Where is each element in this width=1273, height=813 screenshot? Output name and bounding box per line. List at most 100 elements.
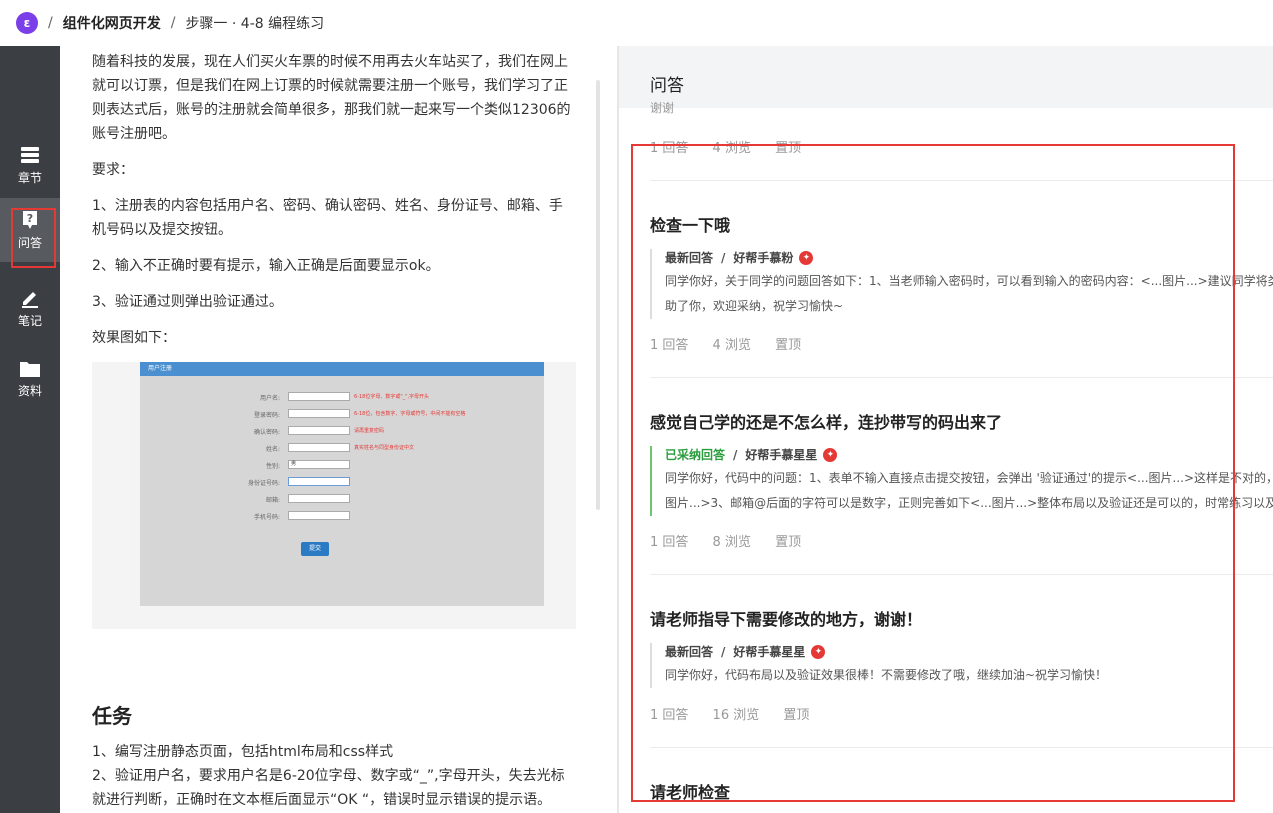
mock-input [288, 477, 350, 486]
mock-submit-button: 提交 [301, 542, 329, 556]
reply-body: 同学你好，代码中的问题：1、表单不输入直接点击提交按钮，会弹出 '验证通过'的提… [665, 471, 1273, 485]
mock-form-title: 用户注册 [140, 362, 544, 376]
mock-hint: 真实姓名与同型身份证中文 [354, 445, 415, 451]
reply-author[interactable]: 好帮手慕星星 [745, 446, 817, 464]
qa-header: 问答 谢谢 [619, 46, 1273, 115]
highlight-box [11, 208, 56, 268]
fire-icon: ✦ [799, 251, 814, 265]
fire-icon: ✦ [823, 448, 838, 462]
reply-author[interactable]: 好帮手慕星星 [733, 643, 805, 661]
reply-status: 最新回答 [665, 645, 714, 659]
intro-text: 随着科技的发展，现在人们买火车票的时候不用再去火车站买了，我们在网上就可以订票，… [92, 54, 571, 142]
mock-input [288, 409, 350, 418]
answer-count[interactable]: 1 回答 [650, 338, 688, 353]
reply-status: 最新回答 [665, 251, 714, 265]
pin-button[interactable]: 置顶 [775, 535, 801, 550]
reply-body: 同学你好，代码布局以及验证效果很棒！不需要修改了哦，继续加油~祝学习愉快！ [665, 668, 1108, 682]
question-title[interactable]: 感觉自己学的还是不怎么样，连抄带写的码出来了 [650, 409, 1002, 433]
reply-author[interactable]: 好帮手慕粉 [733, 249, 793, 267]
latest-reply[interactable]: 最新回答 / 好帮手慕星星 ✦ 同学你好，代码布局以及验证效果很棒！不需要修改了… [650, 643, 1273, 688]
mock-input [288, 392, 350, 401]
question-title[interactable]: 检查一下哦 [650, 212, 730, 236]
mock-form: 用户注册 用户名: 6-18位字母、数字或"_",字母开头 登录密码: 6-18… [140, 362, 544, 606]
effect-image: 用户注册 用户名: 6-18位字母、数字或"_",字母开头 登录密码: 6-18… [92, 362, 576, 629]
question-title[interactable]: 请老师指导下需要修改的地方，谢谢！ [650, 606, 922, 630]
sidebar-item-label: 笔记 [17, 313, 42, 328]
answer-count[interactable]: 1 回答 [650, 708, 688, 723]
mock-input [288, 426, 350, 435]
pin-button[interactable]: 置顶 [783, 708, 809, 723]
reply-body: 同学你好，关于同学的问题回答如下：1、当老师输入密码时，可以看到输入的密码内容：… [665, 274, 1273, 288]
mock-row: 性别: 男 [140, 460, 544, 470]
mock-row: 身份证号码: [140, 477, 544, 487]
breadcrumb-step: 步骤一 · 4-8 编程练习 [185, 16, 325, 32]
mock-label: 确认密码: [253, 429, 280, 436]
question-meta: 1 回答 16 浏览 置顶 [650, 704, 829, 723]
previous-question-fragment: 谢谢 [650, 101, 675, 115]
mock-label: 用户名: [259, 395, 280, 402]
mock-label: 身份证号码: [247, 480, 280, 487]
sidebar-item-materials[interactable]: 资料 [0, 347, 60, 411]
mock-row: 确认密码: 请再重复密码 [140, 426, 544, 436]
divider [650, 180, 1273, 181]
pin-button[interactable]: 置顶 [775, 141, 801, 156]
question-meta: 1 回答 4 浏览 置顶 [650, 334, 821, 353]
qa-title: 问答 [650, 76, 684, 96]
folder-icon [20, 361, 40, 377]
sidebar-item-label: 资料 [17, 383, 42, 398]
top-bar: ε / 组件化网页开发 / 步骤一 · 4-8 编程练习 [0, 0, 1273, 46]
latest-reply[interactable]: 最新回答 / 好帮手慕粉 ✦ 同学你好，关于同学的问题回答如下：1、当老师输入密… [650, 249, 1273, 319]
site-logo[interactable]: ε [16, 12, 38, 34]
task-title: 任务 [92, 704, 132, 728]
qa-panel: 问答 谢谢 1 回答 4 浏览 置顶 检查一下哦 最新回答 / 好帮手慕粉 ✦ … [619, 46, 1273, 813]
divider [650, 377, 1273, 378]
view-count: 4 浏览 [712, 338, 751, 353]
mock-label: 姓名: [265, 446, 280, 453]
mock-input [288, 511, 350, 520]
breadcrumb-separator: / [170, 15, 176, 31]
mock-label: 性别: [265, 463, 280, 470]
requirement-1: 1、注册表的内容包括用户名、密码、确认密码、姓名、身份证号、邮箱、手机号码以及提… [92, 198, 563, 238]
adopted-reply[interactable]: 已采纳回答 / 好帮手慕星星 ✦ 同学你好，代码中的问题：1、表单不输入直接点击… [650, 446, 1273, 516]
task-1: 1、编写注册静态页面，包括html布局和css样式 [92, 744, 394, 760]
reply-separator: / [733, 448, 738, 462]
question-meta: 1 回答 8 浏览 置顶 [650, 531, 821, 550]
answer-count[interactable]: 1 回答 [650, 535, 688, 550]
question-title[interactable]: 请老师检查 [650, 779, 730, 803]
mock-row: 邮箱: [140, 494, 544, 504]
answer-count[interactable]: 1 回答 [650, 141, 688, 156]
mock-label: 邮箱: [265, 497, 280, 504]
reply-header: 已采纳回答 / 好帮手慕星星 ✦ [665, 446, 1273, 464]
sidebar-item-chapters[interactable]: 章节 [0, 133, 60, 197]
sidebar-item-label: 章节 [17, 170, 42, 185]
reply-header: 最新回答 / 好帮手慕粉 ✦ [665, 249, 1273, 267]
view-count: 8 浏览 [712, 535, 751, 550]
mock-input [288, 494, 350, 503]
content-scrollbar[interactable] [596, 80, 600, 510]
chapter-icon [21, 146, 39, 163]
mock-row: 姓名: 真实姓名与同型身份证中文 [140, 443, 544, 453]
breadcrumb-course[interactable]: 组件化网页开发 [63, 13, 161, 33]
mock-select: 男 [288, 460, 350, 469]
question-meta: 1 回答 4 浏览 置顶 [650, 137, 821, 156]
reply-separator: / [721, 251, 726, 265]
fire-icon: ✦ [811, 645, 826, 659]
mock-label: 登录密码: [253, 412, 280, 419]
sidebar: 章节 ? 问答 笔记 资料 [0, 46, 60, 813]
mock-hint: 6-18位字母、数字或"_",字母开头 [354, 394, 430, 400]
view-count: 16 浏览 [712, 708, 760, 723]
sidebar-item-qa[interactable]: ? 问答 [0, 198, 60, 268]
mock-row: 用户名: 6-18位字母、数字或"_",字母开头 [140, 392, 544, 402]
mock-hint: 6-18位，包含数字、字母或符号，中间不能有空格 [354, 411, 466, 417]
effect-label: 效果图如下： [92, 330, 176, 346]
divider [650, 747, 1273, 748]
breadcrumb-separator: / [48, 15, 53, 31]
pin-button[interactable]: 置顶 [775, 338, 801, 353]
mock-label: 手机号码: [253, 514, 280, 521]
reply-body: 助了你，欢迎采纳，祝学习愉快~ [665, 299, 844, 313]
sidebar-item-notes[interactable]: 笔记 [0, 276, 60, 340]
mock-hint: 请再重复密码 [354, 428, 385, 434]
reply-body: 图片...>3、邮箱@后面的字符可以是数字，正则完善如下<...图片...>整体… [665, 496, 1273, 510]
mock-row: 登录密码: 6-18位，包含数字、字母或符号，中间不能有空格 [140, 409, 544, 419]
divider [650, 574, 1273, 575]
